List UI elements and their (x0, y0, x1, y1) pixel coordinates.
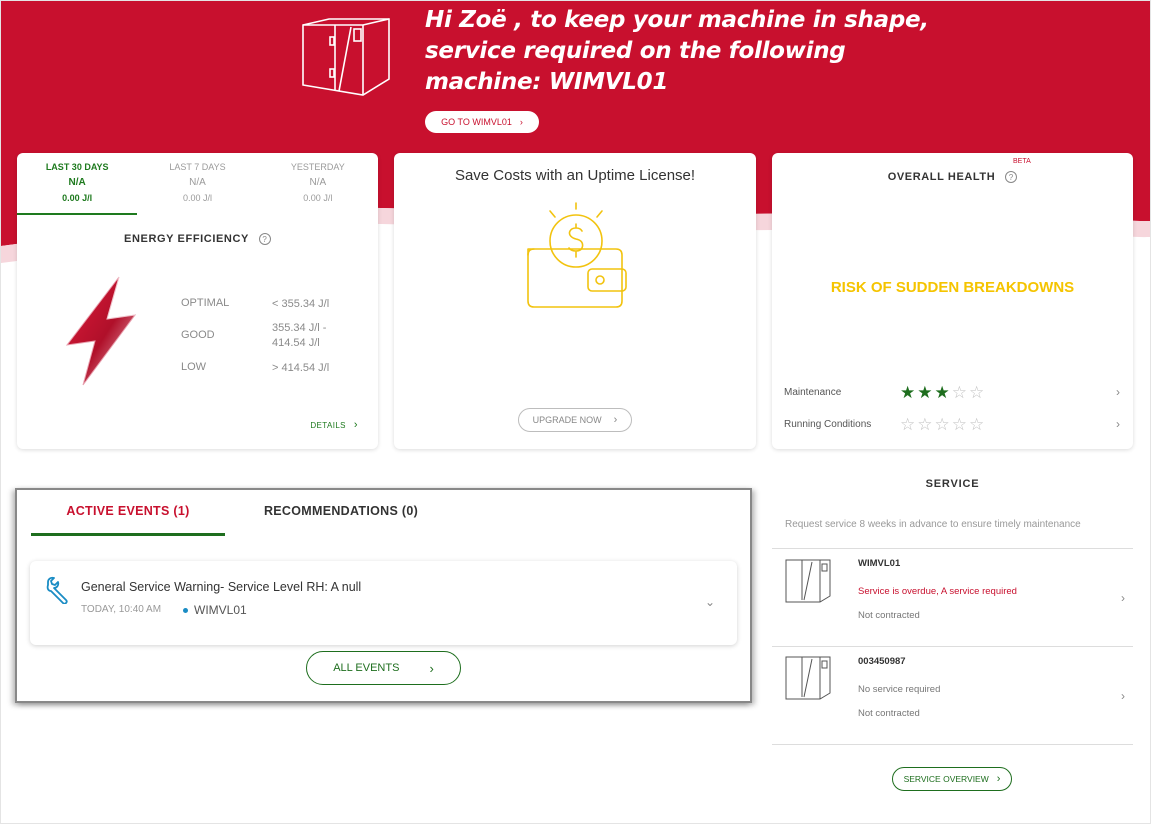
overall-health-heading: OVERALL HEALTH ? (772, 171, 1133, 183)
service-overview-button[interactable]: SERVICE OVERVIEW › (892, 767, 1012, 791)
tab-value: N/A (189, 177, 206, 188)
service-machine-name: WIMVL01 (858, 558, 901, 569)
chevron-right-icon: › (996, 773, 1001, 785)
divider (772, 646, 1133, 647)
level-label: LOW (181, 361, 207, 373)
tab-yesterday[interactable]: YESTERDAY N/A 0.00 J/l (258, 153, 378, 215)
level-value: 355.34 J/l - 414.54 J/l (272, 322, 327, 349)
service-overview-label: SERVICE OVERVIEW (903, 774, 989, 784)
heading-text: OVERALL HEALTH (887, 171, 996, 183)
lightning-bolt-icon (65, 276, 137, 386)
tab-sub: 0.00 J/l (182, 193, 212, 203)
machine-icon (302, 18, 390, 96)
machine-thumbnail-icon (785, 559, 831, 603)
event-item[interactable]: General Service Warning- Service Level R… (30, 561, 737, 645)
all-events-button[interactable]: ALL EVENTS › (306, 651, 461, 685)
star-rating: ★★★☆☆ (900, 383, 986, 403)
level-value: < 355.34 J/l (272, 298, 330, 310)
overall-health-card: BETA OVERALL HEALTH ? RISK OF SUDDEN BRE… (772, 153, 1133, 449)
star-empty-icon: ☆ (969, 383, 987, 402)
status-dot-icon (183, 608, 188, 613)
tab-value: N/A (68, 177, 86, 188)
tab-last-30-days[interactable]: LAST 30 DAYS N/A 0.00 J/l (17, 153, 138, 215)
goto-machine-label: GO TO WIMVL01 (441, 117, 512, 127)
heading-text: ENERGY EFFICIENCY (124, 233, 249, 245)
rating-label: Running Conditions (784, 419, 872, 430)
energy-efficiency-card: LAST 30 DAYS N/A 0.00 J/l LAST 7 DAYS N/… (17, 153, 378, 449)
tab-active-events[interactable]: ACTIVE EVENTS (1) (31, 502, 225, 536)
chevron-down-icon[interactable]: ⌄ (705, 595, 715, 609)
tab-label: YESTERDAY (290, 162, 345, 172)
upgrade-label: UPGRADE NOW (532, 415, 602, 425)
chevron-right-icon: › (429, 660, 434, 676)
events-panel: ACTIVE EVENTS (1) RECOMMENDATIONS (0) Ge… (15, 488, 752, 703)
hero-title: Hi Zoë , to keep your machine in shape, … (425, 7, 929, 95)
service-note: Request service 8 weeks in advance to en… (785, 519, 1081, 530)
tab-sub: 0.00 J/l (62, 193, 93, 203)
star-empty-icon: ☆ (934, 415, 952, 434)
rating-label: Maintenance (784, 387, 842, 398)
level-label: OPTIMAL (181, 297, 230, 309)
period-tabs: LAST 30 DAYS N/A 0.00 J/l LAST 7 DAYS N/… (17, 153, 378, 215)
divider (772, 744, 1133, 745)
energy-efficiency-heading: ENERGY EFFICIENCY ? (17, 233, 378, 245)
uptime-title: Save Costs with an Uptime License! (454, 167, 696, 184)
level-value: > 414.54 J/l (272, 362, 330, 374)
service-machine-name: 003450987 (858, 656, 906, 667)
chevron-right-icon: › (613, 414, 618, 426)
star-filled-icon: ★ (917, 383, 935, 402)
star-empty-icon: ☆ (917, 415, 935, 434)
details-link[interactable]: DETAILS › (310, 419, 358, 431)
help-icon[interactable]: ? (1005, 171, 1018, 183)
event-machine: WIMVL01 (194, 603, 247, 617)
tab-label: LAST 7 DAYS (169, 162, 226, 172)
chevron-right-icon: › (519, 117, 523, 127)
tab-value: N/A (309, 177, 327, 188)
tab-sub: 0.00 J/l (303, 193, 333, 203)
star-empty-icon: ☆ (951, 383, 969, 402)
star-empty-icon: ☆ (969, 415, 987, 434)
goto-machine-button[interactable]: GO TO WIMVL01 › (425, 111, 539, 133)
uptime-license-card: Save Costs with an Uptime License! UPGRA… (394, 153, 756, 449)
machine-thumbnail-icon (785, 656, 831, 700)
help-icon[interactable]: ? (258, 233, 271, 245)
tab-last-7-days[interactable]: LAST 7 DAYS N/A 0.00 J/l (137, 153, 257, 215)
star-empty-icon: ☆ (900, 415, 918, 434)
dashboard-page: Hi Zoë , to keep your machine in shape, … (0, 0, 1151, 824)
chevron-right-icon: › (353, 419, 358, 431)
rating-running-conditions[interactable]: Running Conditions ☆☆☆☆☆ › (784, 415, 1120, 435)
wrench-icon (46, 576, 68, 604)
chevron-right-icon[interactable]: › (1116, 385, 1120, 399)
rating-maintenance[interactable]: Maintenance ★★★☆☆ › (784, 383, 1120, 403)
wallet-coin-icon (527, 202, 627, 308)
star-rating: ☆☆☆☆☆ (900, 415, 986, 435)
chevron-right-icon[interactable]: › (1121, 591, 1125, 605)
upgrade-now-button[interactable]: UPGRADE NOW › (518, 408, 632, 432)
all-events-label: ALL EVENTS (333, 662, 400, 674)
health-status: RISK OF SUDDEN BREAKDOWNS (830, 279, 1075, 296)
service-machine-status: No service required (858, 684, 941, 695)
service-heading: SERVICE (925, 478, 980, 490)
divider (772, 548, 1133, 549)
chevron-right-icon[interactable]: › (1116, 417, 1120, 431)
tab-label: LAST 30 DAYS (45, 162, 109, 172)
event-title: General Service Warning- Service Level R… (81, 580, 362, 594)
star-empty-icon: ☆ (951, 415, 969, 434)
star-filled-icon: ★ (900, 383, 918, 402)
service-contract-status: Not contracted (858, 610, 920, 621)
chevron-right-icon[interactable]: › (1121, 689, 1125, 703)
beta-badge: BETA (1013, 158, 1031, 165)
service-contract-status: Not contracted (858, 708, 920, 719)
level-label: GOOD (181, 329, 215, 341)
event-time: TODAY, 10:40 AM (81, 604, 162, 615)
details-label: DETAILS (310, 420, 346, 430)
service-machine-status: Service is overdue, A service required (858, 586, 1017, 597)
tab-recommendations[interactable]: RECOMMENDATIONS (0) (241, 502, 441, 536)
star-filled-icon: ★ (934, 383, 952, 402)
